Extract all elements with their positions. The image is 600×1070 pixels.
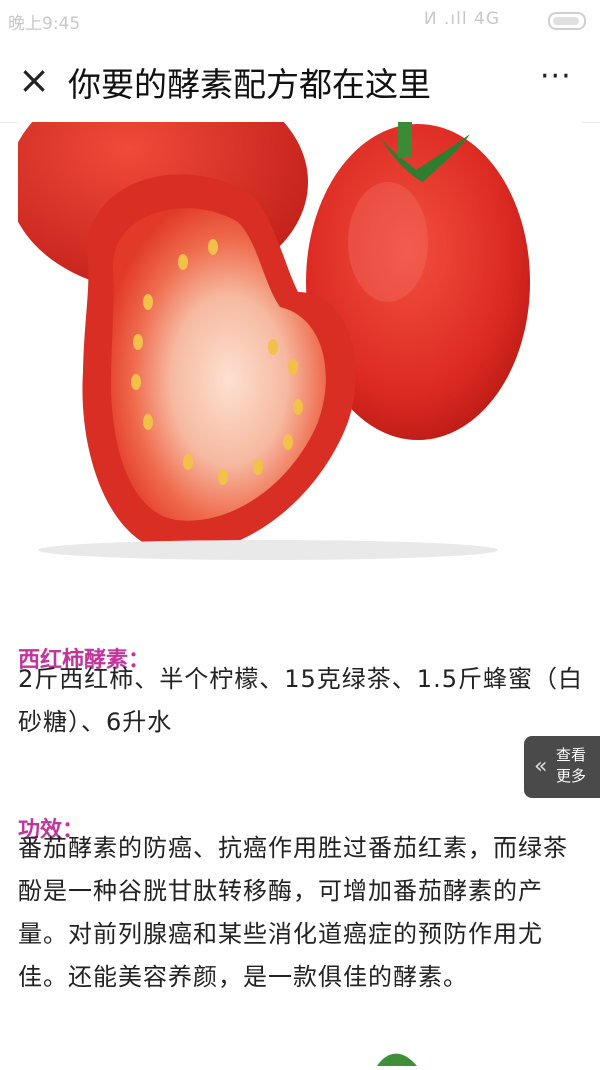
status-bar: 晚上9:45 ⵍ .ıll 4G [0,0,600,40]
recipe-ingredients: 2斤西红柿、半个柠檬、15克绿茶、1.5斤蜂蜜（白砂糖）、6升水 [18,665,583,736]
page-title: 你要的酵素配方都在这里 [68,65,431,104]
see-more-label: 查看更多 [556,746,587,785]
status-time: 晚上9:45 [8,14,81,34]
see-more-button[interactable]: « 查看更多 [524,736,600,798]
nav-bar: × 你要的酵素配方都在这里 ··· [0,40,600,123]
battery-icon [548,12,586,30]
close-icon[interactable]: × [14,60,54,100]
leaf-image [372,1046,422,1066]
chevron-left-icon: « [534,754,548,779]
more-icon[interactable]: ··· [540,62,576,92]
network-indicator: ⵍ .ıll 4G [423,9,500,29]
benefit-text: 番茄酵素的防癌、抗癌作用胜过番茄红素，而绿茶酚是一种谷胱甘肽转移酶，可增加番茄酵… [18,834,568,991]
tomato-image [18,122,582,562]
